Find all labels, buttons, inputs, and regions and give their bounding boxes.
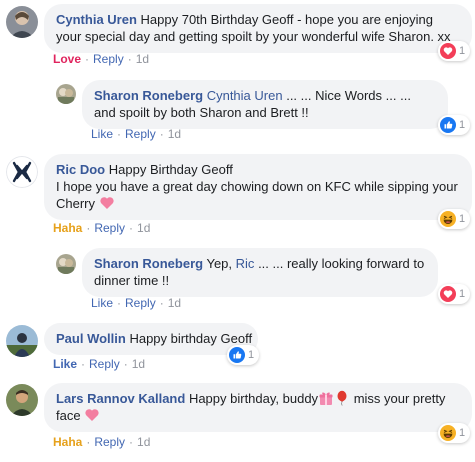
separator: · [127,52,132,66]
avatar-lars-rannov-kalland[interactable] [6,384,38,416]
comment-actions: Haha · Reply · 1d [53,221,150,235]
reaction-summary[interactable]: 1 [438,41,471,61]
timestamp[interactable]: 1d [168,127,181,141]
comment-author[interactable]: Paul Wollin [56,331,126,346]
haha-reaction-link[interactable]: Haha [53,435,82,449]
avatar-sharon-roneberg[interactable] [56,254,76,274]
separator: · [129,435,134,449]
reply-link[interactable]: Reply [89,357,120,371]
heart-emoji-icon [85,409,99,421]
comment-bubble: Ric Doo Happy Birthday Geoff I hope you … [44,154,472,220]
balloon-emoji-icon [337,390,347,406]
like-link[interactable]: Like [91,296,113,310]
reply-author[interactable]: Sharon Roneberg [94,256,203,271]
comment-author[interactable]: Ric Doo [56,162,105,177]
love-reaction-link[interactable]: Love [53,52,81,66]
mention-link[interactable]: Cynthia Uren [207,88,283,103]
heart-emoji-icon [100,197,114,209]
separator: · [159,296,164,310]
separator: · [159,127,164,141]
gift-emoji-icon [319,392,333,405]
separator: · [117,127,122,141]
haha-icon [440,211,456,227]
reaction-count: 1 [459,45,466,57]
comment-actions: Like · Reply · 1d [53,357,145,371]
like-link[interactable]: Like [91,127,113,141]
timestamp[interactable]: 1d [136,52,149,66]
comment-bubble: Cynthia Uren Happy 70th Birthday Geoff -… [44,4,472,53]
reply-bubble: Sharon Roneberg Cynthia Uren ... ... Nic… [82,80,448,129]
like-reaction-link[interactable]: Like [53,357,77,371]
avatar-sharon-roneberg[interactable] [56,84,76,104]
reply-link[interactable]: Reply [125,296,156,310]
reply-link[interactable]: Reply [125,127,156,141]
separator: · [86,435,91,449]
separator: · [81,357,86,371]
reaction-summary[interactable]: 1 [227,345,260,365]
reply-actions: Like · Reply · 1d [91,127,181,141]
separator: · [85,52,90,66]
haha-icon [440,425,456,441]
mention-link[interactable]: Ric [236,256,255,271]
reply-actions: Like · Reply · 1d [91,296,181,310]
reply-text-pre: Yep, [206,256,233,271]
like-icon [229,347,245,363]
reaction-summary[interactable]: 1 [438,115,471,135]
haha-reaction-link[interactable]: Haha [53,221,82,235]
separator: · [123,357,128,371]
timestamp[interactable]: 1d [168,296,181,310]
comment-actions: Haha · Reply · 1d [53,435,150,449]
avatar-paul-wollin[interactable] [6,325,38,357]
reaction-count: 1 [459,288,466,300]
separator: · [129,221,134,235]
reply-author[interactable]: Sharon Roneberg [94,88,203,103]
separator: · [117,296,122,310]
timestamp[interactable]: 1d [137,435,150,449]
like-icon [440,117,456,133]
reaction-count: 1 [248,349,255,361]
reaction-count: 1 [459,427,466,439]
timestamp[interactable]: 1d [132,357,145,371]
reaction-count: 1 [459,213,466,225]
heart-icon [440,286,456,302]
reply-link[interactable]: Reply [94,221,125,235]
comment-author[interactable]: Cynthia Uren [56,12,137,27]
comment-text-post: miss your pretty [353,391,446,406]
reaction-summary[interactable]: 1 [438,423,471,443]
heart-icon [440,43,456,59]
reaction-summary[interactable]: 1 [438,284,471,304]
reaction-count: 1 [459,119,466,131]
comment-text-line2: I hope you have a great day chowing down… [56,179,458,211]
avatar-cynthia-uren[interactable] [6,6,38,38]
separator: · [86,221,91,235]
comment-actions: Love · Reply · 1d [53,52,149,66]
reply-bubble: Sharon Roneberg Yep, Ric ... ... really … [82,248,438,297]
comment-text: Happy birthday Geoff [129,331,253,346]
avatar-ric-doo[interactable] [6,156,38,188]
comment-author[interactable]: Lars Rannov Kalland [56,391,185,406]
comment-bubble: Paul Wollin Happy birthday Geoff [44,323,258,355]
comment-text: Happy birthday, buddy [188,391,319,406]
comment-bubble: Lars Rannov Kalland Happy birthday, budd… [44,383,472,432]
reply-link[interactable]: Reply [94,435,125,449]
reply-link[interactable]: Reply [93,52,124,66]
timestamp[interactable]: 1d [137,221,150,235]
comment-text: Happy Birthday Geoff [108,162,233,177]
reaction-summary[interactable]: 1 [438,209,471,229]
comment-text-line2: face [56,408,81,423]
